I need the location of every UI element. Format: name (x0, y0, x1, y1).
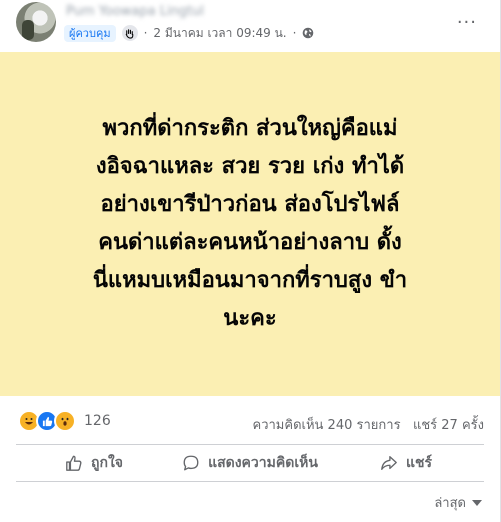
wow-icon (54, 410, 76, 432)
share-button[interactable]: แชร์ (328, 446, 484, 480)
like-label: ถูกใจ (91, 455, 123, 471)
post-line: นี่แหมบเหมือนมาจากที่ราบสูง ขำ (92, 268, 408, 293)
comment-sort-label: ล่าสุด (434, 496, 466, 511)
comment-label: แสดงความคิดเห็น (208, 455, 318, 471)
hand-wave-icon (121, 25, 138, 41)
comment-button[interactable]: แสดงความคิดเห็น (172, 446, 328, 480)
meta-separator: · (292, 26, 297, 40)
thumbs-up-icon (66, 455, 82, 471)
post-card: Pum Yoowapa Lingtul ผู้ควบคุม · 2 มีนาคม… (0, 0, 501, 522)
post-line: งอิจฉาแหละ สวย รวย เก่ง ทำได้ (95, 154, 405, 179)
like-button[interactable]: ถูกใจ (16, 446, 172, 480)
share-count-link[interactable]: แชร์ 27 ครั้ง (413, 418, 484, 433)
post-body: พวกที่ด่ากระติก ส่วนใหญ่คือแม่ งอิจฉาแหล… (35, 110, 465, 338)
post-meta: ผู้ควบคุม · 2 มีนาคม เวลา 09:49 น. · (64, 24, 314, 42)
role-badge[interactable]: ผู้ควบคุม (64, 24, 116, 42)
post-timestamp[interactable]: 2 มีนาคม เวลา 09:49 น. (153, 24, 286, 43)
more-options-icon[interactable]: ··· (457, 12, 477, 33)
meta-separator: · (143, 26, 148, 40)
divider (16, 444, 484, 445)
post-line: พวกที่ด่ากระติก ส่วนใหญ่คือแม่ (102, 116, 398, 141)
comment-count-link[interactable]: ความคิดเห็น 240 รายการ (253, 418, 401, 433)
reaction-count: 126 (84, 413, 111, 429)
divider (16, 481, 484, 482)
post-header: Pum Yoowapa Lingtul ผู้ควบคุม · 2 มีนาคม… (0, 0, 501, 52)
post-line: คนด่าแต่ละคนหน้าอย่างลาบ ดั้ง (98, 230, 402, 255)
post-line: นะคะ (223, 306, 277, 331)
author-name[interactable]: Pum Yoowapa Lingtul (66, 4, 316, 20)
chevron-down-icon (472, 499, 482, 506)
avatar[interactable] (16, 2, 56, 42)
globe-icon (303, 27, 314, 39)
share-arrow-icon (381, 456, 397, 470)
action-bar: ถูกใจ แสดงความคิดเห็น แชร์ (16, 446, 484, 480)
post-text-background: พวกที่ด่ากระติก ส่วนใหญ่คือแม่ งอิจฉาแหล… (0, 52, 500, 396)
reaction-summary[interactable]: 126 (18, 410, 111, 432)
engagement-stats: ความคิดเห็น 240 รายการ แชร์ 27 ครั้ง (253, 414, 484, 435)
comment-bubble-icon (183, 455, 199, 471)
post-line: อย่างเขารีป่าวก่อน ส่องโปรไฟล์ (100, 192, 400, 217)
comment-sort-dropdown[interactable]: ล่าสุด (434, 492, 482, 513)
share-label: แชร์ (405, 455, 433, 471)
